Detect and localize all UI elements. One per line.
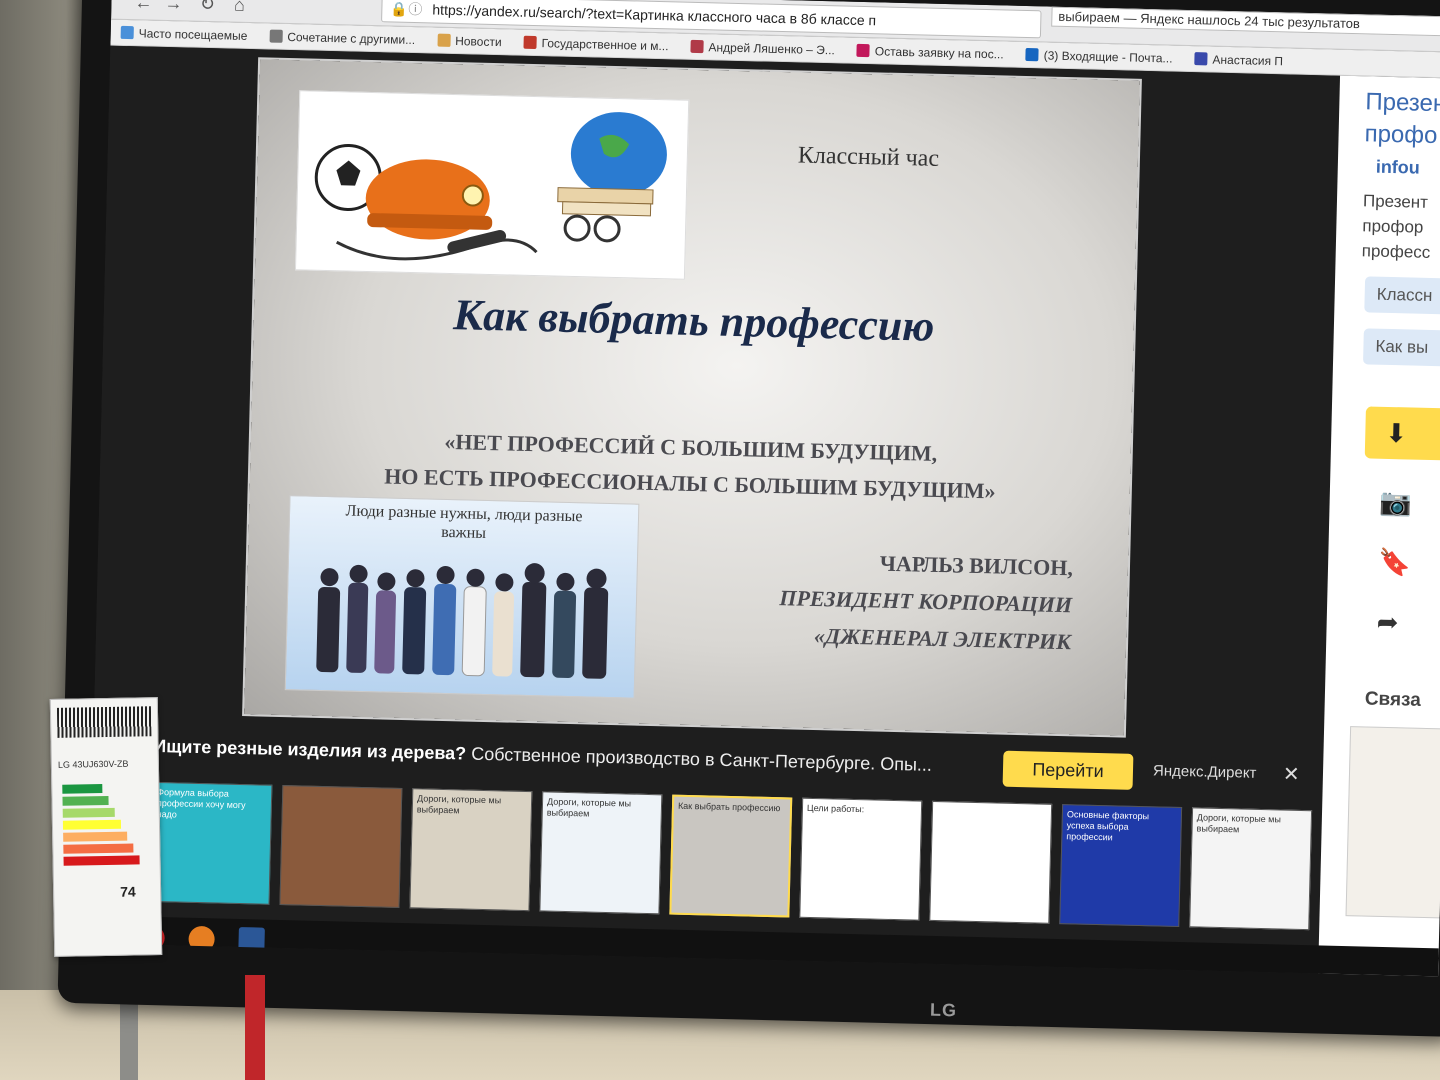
ad-description: Собственное производство в Санкт-Петербу… (470, 743, 933, 775)
energy-bar (62, 819, 122, 830)
download-button[interactable]: ⬇ (1364, 406, 1440, 461)
thumbnail-strip: Формула выбора профессии хочу могу надо Д… (149, 781, 1313, 940)
back-icon[interactable]: ← (131, 0, 156, 15)
bookmark-label: Часто посещаемые (138, 25, 248, 43)
slide-author: ЧАРЛЬЗ ВИЛСОН, ПРЕЗИДЕНТ КОРПОРАЦИИ «ДЖЕ… (778, 542, 1073, 660)
bookmark-item[interactable]: Анастасия П (1194, 52, 1283, 68)
ad-go-button[interactable]: Перейти (1002, 750, 1134, 790)
bookmark-item[interactable]: Андрей Ляшенко – Э... (690, 39, 835, 57)
bookmark-item[interactable]: Оставь заявку на пос... (856, 43, 1004, 61)
bookmark-item[interactable]: Государственное и м... (523, 35, 669, 53)
related-heading: Связа (1364, 688, 1422, 711)
thumbnail-caption: Дороги, которые мы выбираем (416, 793, 502, 816)
energy-bar (62, 784, 103, 794)
author-line-3: «ДЖЕНЕРАЛ ЭЛЕКТРИК (813, 623, 1072, 655)
bookmark-item[interactable]: Сочетание с другими... (269, 29, 415, 47)
thumbnail-caption: Основные факторы успеха выбора профессии (1066, 809, 1150, 843)
bookmark-favicon-icon (856, 43, 871, 58)
bookmark-label: Сочетание с другими... (287, 29, 416, 47)
energy-bar (62, 795, 109, 806)
thumbnail-caption: Как выбрать профессию (677, 800, 781, 814)
tag-chip-2[interactable]: Как вы (1363, 328, 1440, 367)
bookmark-label: Новости (455, 33, 502, 49)
bookmark-label: (3) Входящие - Почта... (1043, 47, 1173, 66)
slide-preview[interactable]: Классный час Как выбрать профессию «НЕТ … (244, 59, 1140, 736)
bookmark-label: Андрей Ляшенко – Э... (708, 39, 836, 57)
thumbnail-item[interactable] (279, 785, 403, 908)
lock-icon: 🔒 (390, 0, 409, 17)
ad-text[interactable]: Ищите резные изделия из дерева? Собствен… (153, 736, 932, 776)
related-thumbnail[interactable] (1345, 726, 1440, 919)
tag-chip-1[interactable]: Классн (1364, 276, 1440, 315)
info-icon[interactable]: ⓘ (408, 0, 423, 22)
share-icon[interactable]: ➦ (1376, 607, 1399, 639)
close-icon[interactable]: ✕ (1283, 762, 1300, 787)
slide-illustration (294, 90, 690, 280)
people-illustration: Люди разные нужны, люди разные важны (284, 495, 640, 699)
barcode (56, 706, 152, 738)
thumbnail-item[interactable]: Цели работы: (799, 797, 923, 921)
thumbnail-item[interactable] (929, 800, 1053, 924)
reload-icon[interactable]: ↻ (195, 0, 220, 16)
tv-screen: ← → ↻ ⌂ ⓘ 🔒 https://yandex.ru/search/?te… (88, 0, 1440, 977)
energy-kwh: 74 (119, 883, 136, 900)
download-icon: ⬇ (1384, 417, 1408, 449)
bookmark-favicon-icon (1025, 48, 1039, 62)
bookmark-favicon-icon (437, 33, 451, 47)
bookmark-label: Государственное и м... (541, 35, 669, 53)
ad-question: Ищите резные изделия из дерева? (153, 735, 467, 764)
home-icon[interactable]: ⌂ (227, 0, 252, 17)
bookmark-item[interactable]: Новости (437, 33, 502, 49)
sticker-model: LG 43UJ630V-ZB (57, 758, 129, 770)
bookmark-favicon-icon (1194, 52, 1208, 66)
thumbnail-item[interactable]: Основные факторы успеха выбора профессии (1059, 804, 1183, 928)
camera-icon[interactable]: 📷 (1379, 487, 1412, 519)
bookmark-label: Оставь заявку на пос... (874, 43, 1004, 61)
red-stand (245, 975, 265, 1080)
energy-bar (63, 843, 134, 854)
energy-bar (63, 855, 140, 866)
energy-bar (63, 831, 128, 842)
energy-bar (62, 807, 115, 818)
bookmark-item[interactable]: Часто посещаемые (120, 25, 248, 43)
slide-title: Как выбрать профессию (452, 290, 935, 351)
bookmark-favicon-icon (269, 29, 283, 43)
thumbnail-caption: Цели работы: (806, 802, 865, 815)
ad-network-label[interactable]: Яндекс.Директ (1153, 762, 1257, 782)
slide-label: Классный час (797, 142, 940, 172)
thumbnail-caption: Дороги, которые мы выбираем (546, 796, 632, 819)
image-info-panel: Презен профо infou Презент профор профес… (1318, 75, 1440, 977)
bookmark-icon[interactable]: 🔖 (1378, 547, 1411, 579)
bookmark-favicon-icon (523, 35, 537, 50)
panel-title[interactable]: Презен профо (1364, 86, 1440, 153)
thumbnail-item[interactable]: Дороги, которые мы выбираем (1189, 807, 1313, 931)
thumbnail-item[interactable]: Дороги, которые мы выбираем (539, 791, 663, 915)
panel-source[interactable]: infou (1376, 157, 1420, 179)
url-text: https://yandex.ru/search/?text=Картинка … (432, 1, 877, 29)
page-content: Классный час Как выбрать профессию «НЕТ … (88, 45, 1440, 977)
panel-description: Презент профор професс (1361, 191, 1431, 262)
bookmark-favicon-icon (690, 39, 704, 54)
forward-icon[interactable]: → (161, 0, 186, 15)
energy-label-sticker: LG 43UJ630V-ZB 74 (49, 697, 163, 957)
thumbnail-item[interactable]: Формула выбора профессии хочу могу надо (149, 781, 273, 905)
thumbnail-item[interactable]: Дороги, которые мы выбираем (409, 788, 533, 912)
bookmark-item[interactable]: (3) Входящие - Почта... (1025, 47, 1173, 66)
tv-brand-logo: LG (929, 999, 958, 1021)
bookmark-label: Анастасия П (1212, 52, 1284, 68)
thumbnail-caption: Формула выбора профессии хочу могу надо (156, 787, 246, 820)
thumbnail-caption: Дороги, которые мы выбираем (1196, 812, 1282, 835)
bookmark-favicon-icon (120, 25, 134, 40)
thumbnail-item[interactable]: Как выбрать профессию (669, 794, 793, 918)
